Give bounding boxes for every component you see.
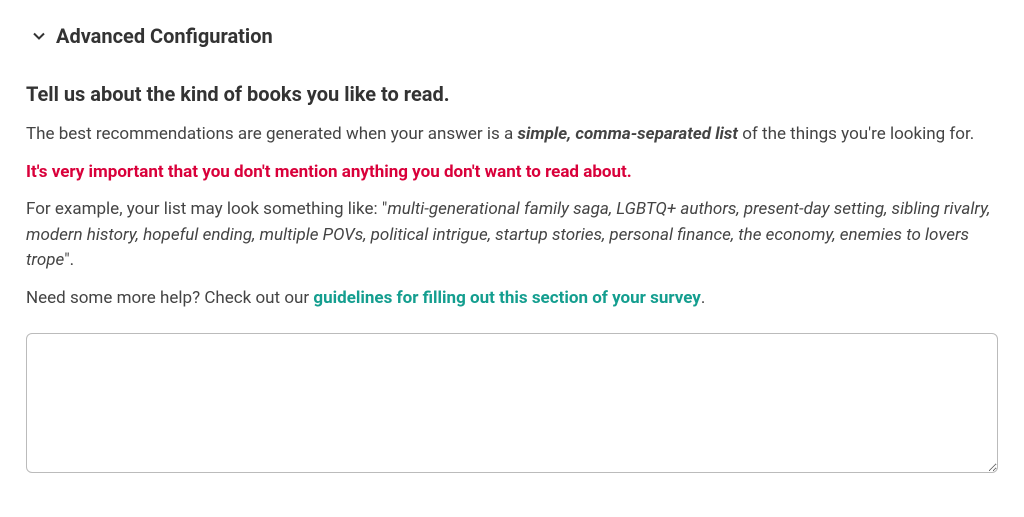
preferences-textarea[interactable] [26,333,998,473]
intro-text-prefix: The best recommendations are generated w… [26,124,517,144]
help-paragraph: Need some more help? Check out our guide… [26,286,998,312]
chevron-down-icon [32,29,46,43]
example-paragraph: For example, your list may look somethin… [26,197,998,274]
example-prefix: For example, your list may look somethin… [26,199,387,219]
help-prefix: Need some more help? Check out our [26,288,313,308]
example-suffix: ". [64,250,74,270]
help-suffix: . [701,288,705,308]
guidelines-link[interactable]: guidelines for filling out this section … [313,288,700,308]
intro-paragraph: The best recommendations are generated w… [26,122,998,148]
intro-text-suffix: of the things you're looking for. [738,124,974,144]
warning-text: It's very important that you don't menti… [26,160,998,186]
section-heading: Tell us about the kind of books you like… [26,82,998,106]
intro-text-bold: simple, comma-separated list [517,124,738,144]
advanced-configuration-toggle[interactable]: Advanced Configuration [26,24,998,48]
advanced-configuration-title: Advanced Configuration [56,24,273,48]
